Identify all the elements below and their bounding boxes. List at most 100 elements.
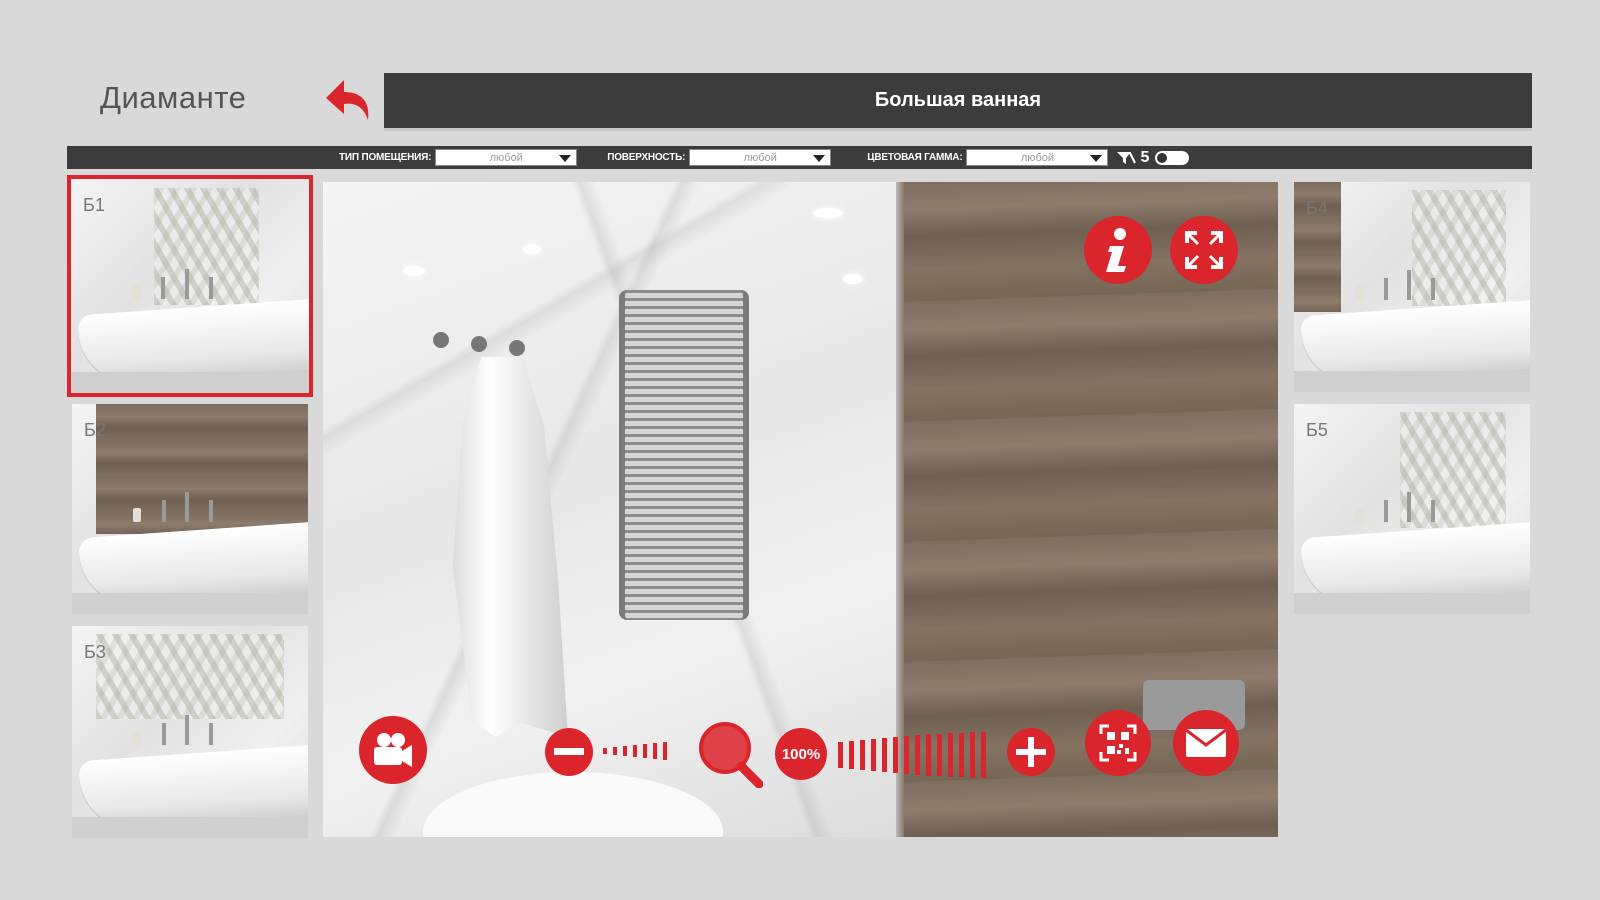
slider-tick <box>882 738 887 772</box>
hook <box>471 336 487 352</box>
color-select[interactable]: любой <box>966 149 1109 166</box>
decor-panel <box>95 634 285 720</box>
slider-tick <box>663 742 667 760</box>
info-button[interactable] <box>1084 216 1152 284</box>
slider-tick <box>915 735 920 775</box>
thumbnail-b4[interactable]: Б4 <box>1294 182 1530 392</box>
undo-arrow-icon <box>326 80 369 120</box>
hook <box>433 332 449 348</box>
zoom-level: 100% <box>781 745 821 763</box>
surface-select[interactable]: любой <box>689 149 832 166</box>
thumbnail-b5[interactable]: Б5 <box>1294 404 1530 614</box>
mail-icon <box>1185 728 1227 757</box>
room-type-select[interactable]: любой <box>435 149 578 166</box>
slider-tick <box>613 747 617 755</box>
thumbnail-b3[interactable]: Б3 <box>72 626 308 838</box>
thumbnail-label: Б1 <box>83 195 105 215</box>
faucet <box>1407 269 1412 300</box>
floor <box>71 371 309 393</box>
slider-tick <box>603 748 607 754</box>
filter-toggle[interactable] <box>1155 150 1190 165</box>
towel-radiator <box>619 290 749 620</box>
page-title-bar: Большая ванная <box>384 73 1532 131</box>
zoom-out-button[interactable] <box>545 728 593 776</box>
faucet <box>1430 499 1435 522</box>
chevron-down-icon <box>813 155 826 162</box>
wood-wall <box>95 404 308 535</box>
thumbnail-label: Б3 <box>84 642 106 662</box>
brand-title: Диаманте <box>100 80 247 115</box>
thumbnail-b2[interactable]: Б2 <box>72 404 308 614</box>
fullscreen-icon <box>1185 231 1223 269</box>
zoom-in-button[interactable] <box>1007 728 1055 776</box>
zoom-slider-right[interactable] <box>838 732 992 778</box>
ceiling-light <box>843 274 863 284</box>
filter-label-room-type: ТИП ПОМЕЩЕНИЯ: <box>339 152 432 163</box>
plus-icon <box>1016 737 1046 767</box>
slider-tick <box>643 744 647 758</box>
decor-panel <box>1400 412 1507 528</box>
wall-hooks <box>433 332 533 356</box>
floor <box>1294 371 1530 392</box>
chevron-down-icon <box>1090 155 1103 162</box>
thumbnail-label: Б4 <box>1306 198 1328 218</box>
thumbnail-label: Б2 <box>84 420 106 440</box>
qr-code-icon <box>1099 724 1137 762</box>
filter-bar: ТИП ПОМЕЩЕНИЯ: любой ПОВЕРХНОСТЬ: любой … <box>67 146 1532 169</box>
faucet <box>209 276 214 299</box>
ceiling-light <box>403 266 425 276</box>
slider-tick <box>959 733 964 777</box>
slider-tick <box>904 736 909 774</box>
magnifier-icon <box>699 722 764 789</box>
filter-count-group: 5 <box>1116 148 1190 167</box>
slider-tick <box>623 746 627 756</box>
bottle <box>133 507 142 522</box>
faucet <box>185 714 190 745</box>
bottle <box>133 730 142 745</box>
filter-icon <box>1117 151 1137 164</box>
slider-tick <box>948 733 953 777</box>
qr-code-button[interactable] <box>1085 710 1151 776</box>
filter-label-color: ЦВЕТОВАЯ ГАММА: <box>867 152 963 163</box>
info-icon <box>1106 228 1126 272</box>
floor <box>72 816 308 838</box>
minus-icon <box>554 748 584 755</box>
slider-tick <box>838 742 843 768</box>
faucet <box>208 499 213 522</box>
thumbnail-b1[interactable]: Б1 <box>67 175 313 397</box>
zoom-handle[interactable] <box>697 720 764 789</box>
video-camera-icon <box>374 733 412 767</box>
color-value: любой <box>1020 151 1055 164</box>
slider-tick <box>981 732 986 778</box>
faucet <box>1407 491 1412 522</box>
floor <box>72 593 308 614</box>
zoom-slider-left[interactable] <box>603 742 673 760</box>
decor-panel <box>154 187 260 306</box>
faucet <box>208 722 213 745</box>
faucet <box>1430 277 1435 300</box>
ceiling-light <box>523 244 541 254</box>
thumbnail-label: Б5 <box>1306 420 1328 440</box>
slider-tick <box>653 743 657 759</box>
panorama-viewer[interactable]: 100% <box>323 182 1278 837</box>
faucet <box>161 499 166 522</box>
room-type-value: любой <box>489 151 523 164</box>
surface-value: любой <box>743 151 777 164</box>
fullscreen-button[interactable] <box>1170 216 1238 284</box>
video-button[interactable] <box>359 716 427 784</box>
filter-count: 5 <box>1140 148 1150 166</box>
faucet <box>185 491 190 522</box>
decor-panel <box>1412 190 1507 306</box>
bottle <box>132 284 141 299</box>
chevron-down-icon <box>559 155 572 162</box>
zoom-reset-button[interactable]: 100% <box>775 728 827 780</box>
mail-button[interactable] <box>1173 710 1239 776</box>
slider-tick <box>926 734 931 776</box>
filter-label-surface: ПОВЕРХНОСТЬ: <box>607 152 686 163</box>
slider-tick <box>633 745 637 757</box>
back-button[interactable] <box>322 72 378 130</box>
slider-tick <box>871 739 876 771</box>
slider-tick <box>893 737 898 773</box>
hook <box>509 340 525 356</box>
slider-tick <box>860 740 865 770</box>
